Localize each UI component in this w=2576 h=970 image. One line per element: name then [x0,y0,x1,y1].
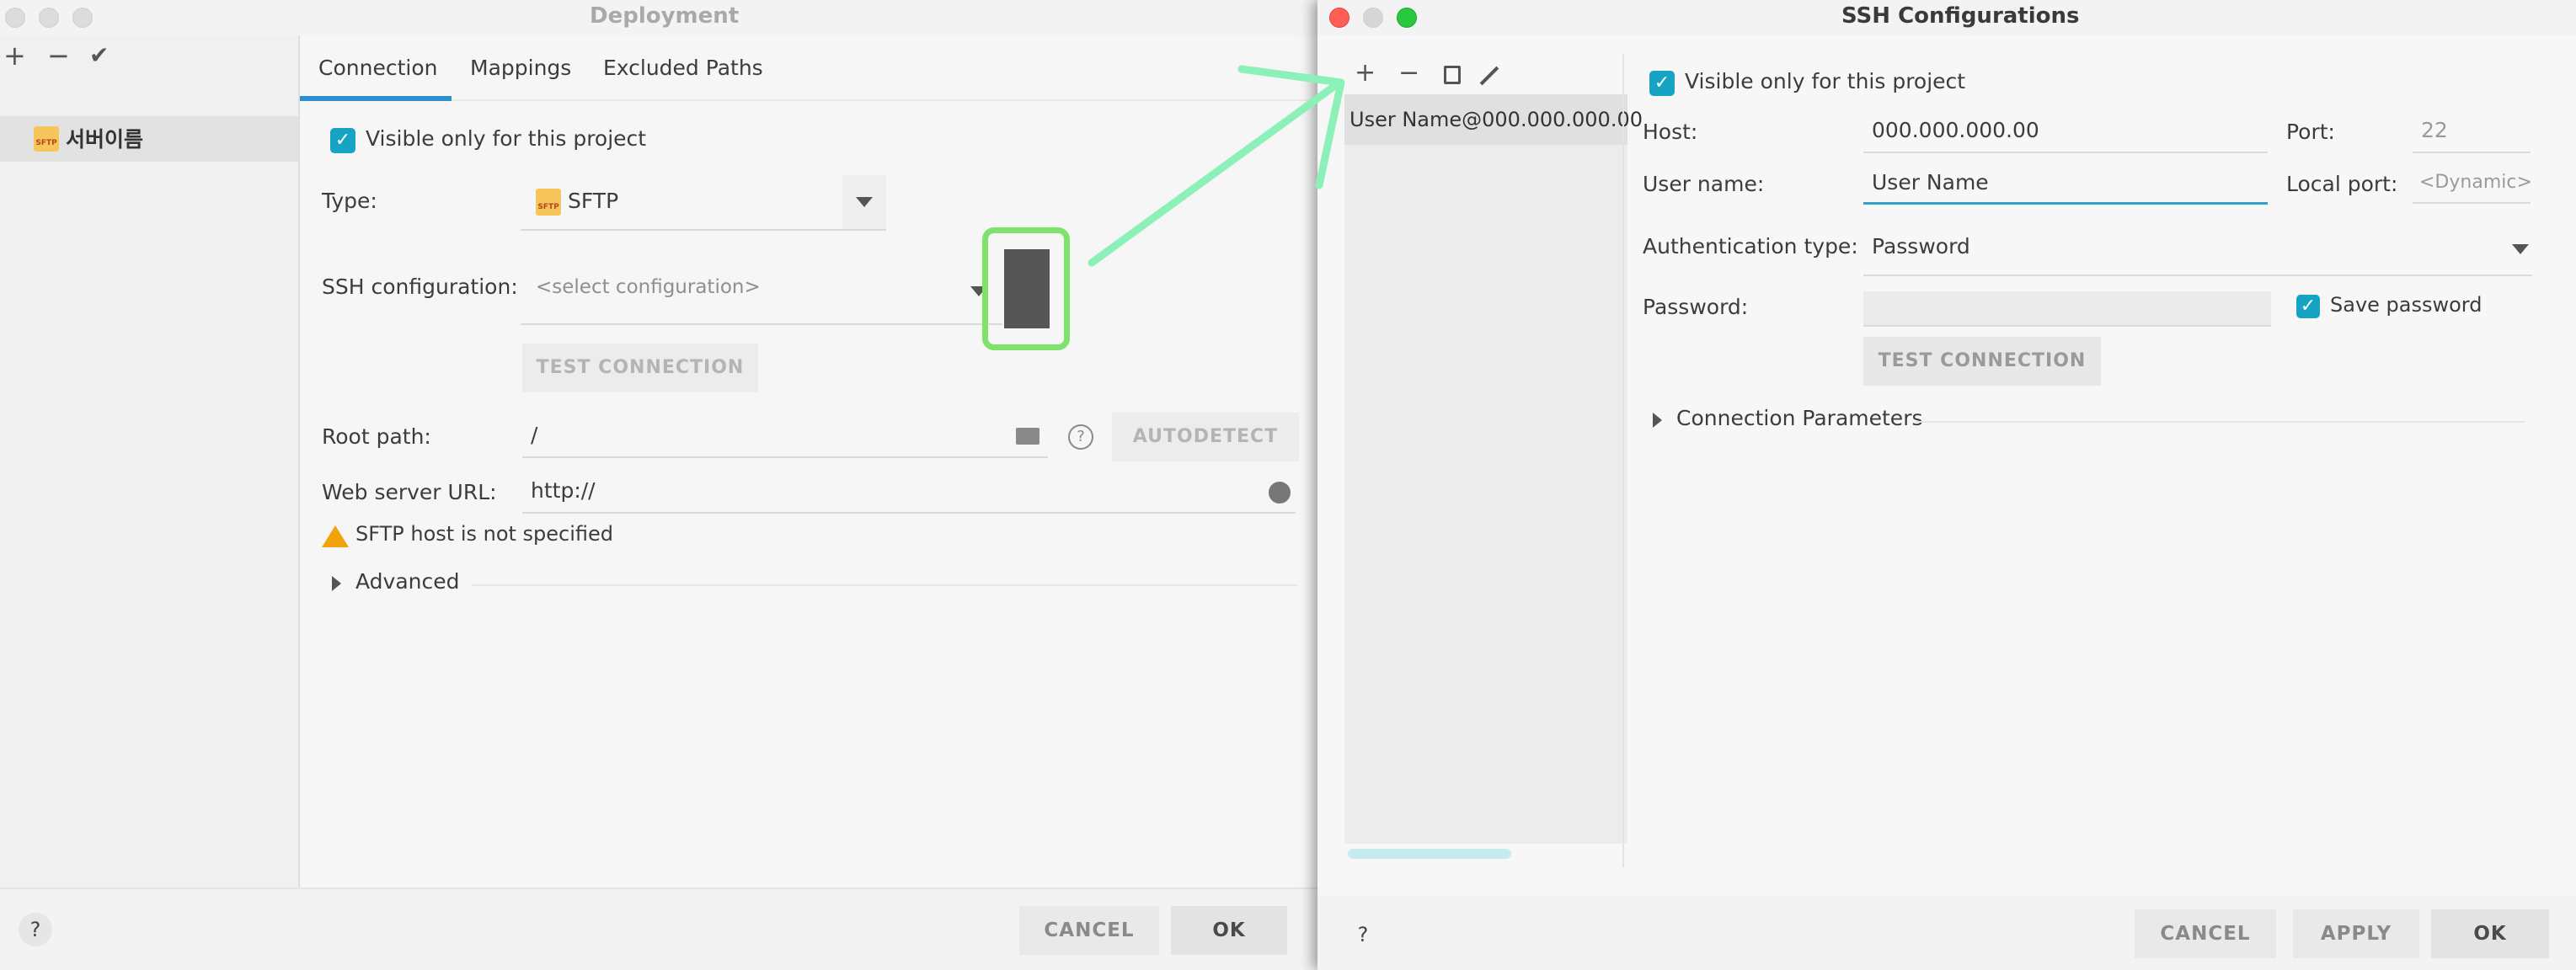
annotation-arrow [1088,65,1345,267]
annotation-arrow-head [1237,65,1345,189]
annotation-arrow-line [1088,78,1344,267]
